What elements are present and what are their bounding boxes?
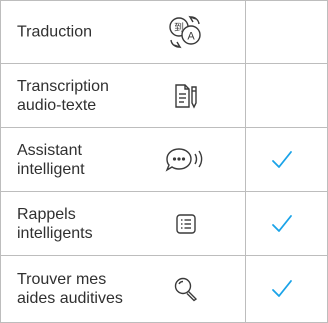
column-divider xyxy=(245,128,246,191)
chat-bubble-icon xyxy=(159,142,213,178)
reminder-list-icon xyxy=(159,206,213,242)
feature-table: Traduction 到 A Transcription audio-texte xyxy=(0,0,328,323)
transcription-icon xyxy=(159,78,213,114)
table-row: Trouver mes aides auditives xyxy=(0,256,328,323)
check-icon-reminders xyxy=(271,214,293,234)
table-row: Transcription audio-texte xyxy=(0,64,328,128)
check-icon-assistant xyxy=(271,150,293,170)
feature-label-reminders: Rappels intelligents xyxy=(17,205,93,242)
column-divider xyxy=(245,1,246,63)
feature-label-translation: Traduction xyxy=(17,23,92,41)
feature-label-assistant: Assistant intelligent xyxy=(17,141,85,178)
table-row: Rappels intelligents xyxy=(0,192,328,256)
feature-label-transcription: Transcription audio-texte xyxy=(17,77,109,114)
table-row: Traduction 到 A xyxy=(0,0,328,64)
column-divider xyxy=(245,64,246,127)
magnifier-icon xyxy=(159,271,213,307)
svg-text:A: A xyxy=(187,31,195,43)
column-divider xyxy=(245,192,246,255)
check-icon-finder xyxy=(271,279,293,299)
translate-icon: 到 A xyxy=(159,14,213,50)
table-row: Assistant intelligent xyxy=(0,128,328,192)
column-divider xyxy=(245,256,246,322)
feature-label-finder: Trouver mes aides auditives xyxy=(17,271,123,307)
